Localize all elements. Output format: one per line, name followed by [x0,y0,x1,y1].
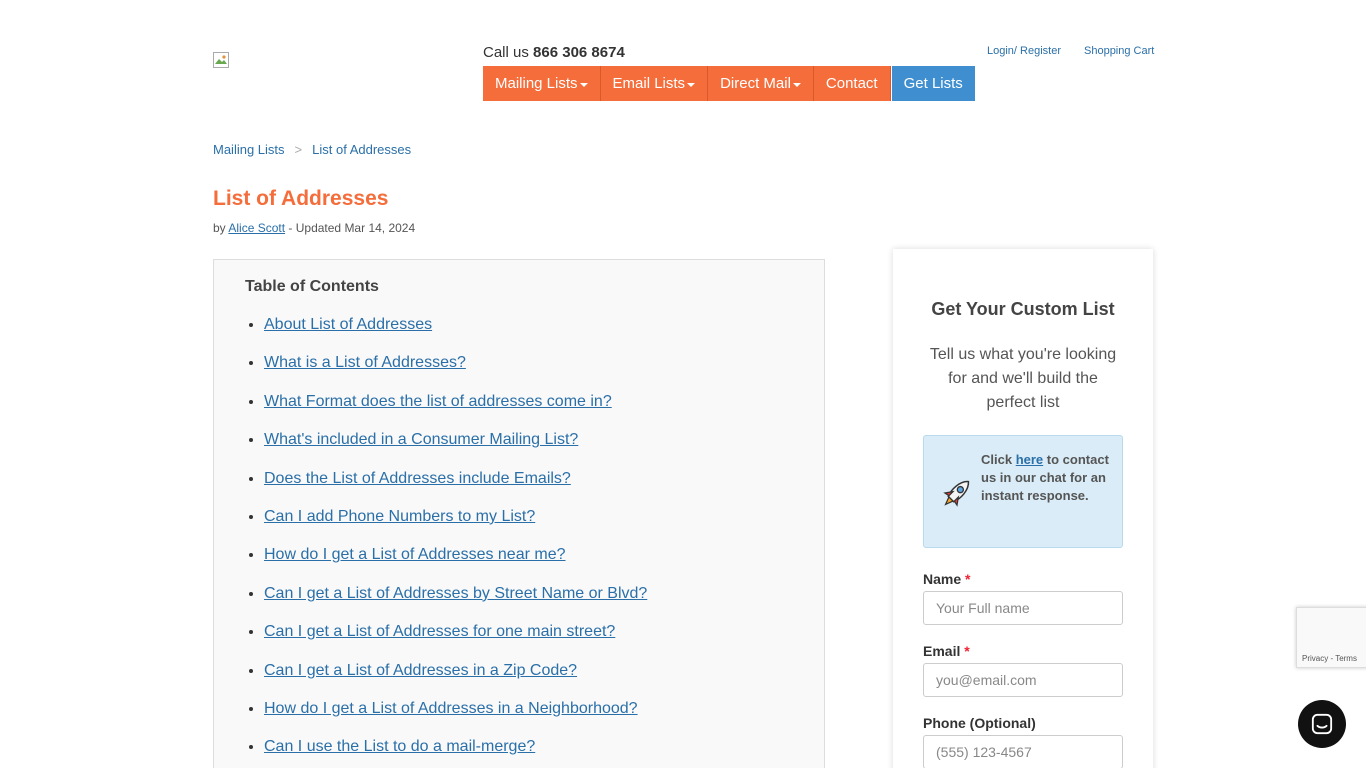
list-item: Does the List of Addresses include Email… [264,470,647,508]
list-item: Can I get a List of Addresses by Street … [264,585,647,623]
chat-text: Click here to contact us in our chat for… [981,451,1111,505]
list-item: Can I get a List of Addresses for one ma… [264,623,647,661]
toc-link[interactable]: Can I add Phone Numbers to my List? [264,508,535,525]
recaptcha-text[interactable]: Privacy - Terms [1302,654,1357,663]
nav-get-lists-button[interactable]: Get Lists [891,66,975,101]
list-item: What Format does the list of addresses c… [264,393,647,431]
nav-email-lists[interactable]: Email Lists [600,66,709,101]
nav-label: Contact [825,75,878,92]
name-label-text: Name [923,571,962,587]
toc-link[interactable]: What is a List of Addresses? [264,354,466,371]
call-prefix: Call us [483,44,529,61]
list-item: Can I use the List to do a mail-merge? [264,738,647,768]
toc-link[interactable]: About List of Addresses [264,316,432,333]
toc-link[interactable]: How do I get a List of Addresses in a Ne… [264,700,638,717]
panel-title: Get Your Custom List [931,299,1115,319]
breadcrumb-current[interactable]: List of Addresses [312,142,411,157]
chat-launcher-button[interactable] [1298,700,1346,748]
toc-list: About List of Addresses What is a List o… [264,316,647,768]
page-title: List of Addresses [213,187,389,210]
email-label: Email * [923,643,970,659]
nav-label: Email Lists [612,75,686,92]
recaptcha-badge[interactable]: Privacy - Terms [1296,607,1366,668]
login-register-link[interactable]: Login/ Register [987,45,1061,57]
main-nav: Mailing Lists Email Lists Direct Mail Co… [483,66,975,101]
byline-by: by [213,221,226,235]
call-us: Call us 866 306 8674 [483,44,625,61]
panel-subtitle: Tell us what you're looking for and we'l… [929,346,1117,411]
toc-link[interactable]: What's included in a Consumer Mailing Li… [264,431,578,448]
table-of-contents: Table of Contents About List of Addresse… [213,259,825,768]
list-item: Can I add Phone Numbers to my List? [264,508,647,546]
phone-field[interactable] [923,735,1123,768]
breadcrumb-mailing-lists[interactable]: Mailing Lists [213,142,285,157]
site-logo[interactable] [213,52,229,68]
nav-contact[interactable]: Contact [813,66,891,101]
toc-link[interactable]: How do I get a List of Addresses near me… [264,546,566,563]
name-label: Name * [923,571,970,587]
nav-label: Direct Mail [720,75,791,92]
list-item: What is a List of Addresses? [264,354,647,392]
toc-link[interactable]: What Format does the list of addresses c… [264,393,612,410]
caret-down-icon [687,82,696,87]
chat-prefix: Click [981,452,1013,467]
rocket-icon [943,480,970,507]
breadcrumb: Mailing Lists > List of Addresses [213,142,411,157]
required-mark: * [965,571,971,587]
byline: by Alice Scott - Updated Mar 14, 2024 [213,221,415,235]
toc-link[interactable]: Can I get a List of Addresses for one ma… [264,623,615,640]
shopping-cart-link[interactable]: Shopping Cart [1084,45,1154,57]
nav-direct-mail[interactable]: Direct Mail [708,66,814,101]
chat-here-link[interactable]: here [1016,452,1043,467]
toc-link[interactable]: Can I use the List to do a mail-merge? [264,738,535,755]
phone-label: Phone (Optional) [923,715,1036,731]
toc-link[interactable]: Can I get a List of Addresses by Street … [264,585,647,602]
required-mark: * [964,643,970,659]
list-item: About List of Addresses [264,316,647,354]
breadcrumb-separator: > [294,142,303,157]
email-label-text: Email [923,643,961,659]
list-item: What's included in a Consumer Mailing Li… [264,431,647,469]
chat-icon [1311,713,1333,735]
toc-title: Table of Contents [245,278,379,295]
broken-image-icon [213,52,229,68]
custom-list-panel: Get Your Custom List Tell us what you're… [893,249,1153,768]
caret-down-icon [579,82,588,87]
phone-number[interactable]: 866 306 8674 [533,44,625,61]
toc-link[interactable]: Does the List of Addresses include Email… [264,470,571,487]
nav-label: Get Lists [903,75,963,92]
updated-date: - Updated Mar 14, 2024 [288,221,416,235]
nav-label: Mailing Lists [495,75,578,92]
list-item: How do I get a List of Addresses near me… [264,546,647,584]
caret-down-icon [792,82,801,87]
list-item: How do I get a List of Addresses in a Ne… [264,700,647,738]
email-field[interactable] [923,663,1123,697]
toc-link[interactable]: Can I get a List of Addresses in a Zip C… [264,662,577,679]
list-item: Can I get a List of Addresses in a Zip C… [264,662,647,700]
nav-mailing-lists[interactable]: Mailing Lists [483,66,601,101]
author-link[interactable]: Alice Scott [228,221,285,235]
name-field[interactable] [923,591,1123,625]
chat-callout: Click here to contact us in our chat for… [923,435,1123,548]
